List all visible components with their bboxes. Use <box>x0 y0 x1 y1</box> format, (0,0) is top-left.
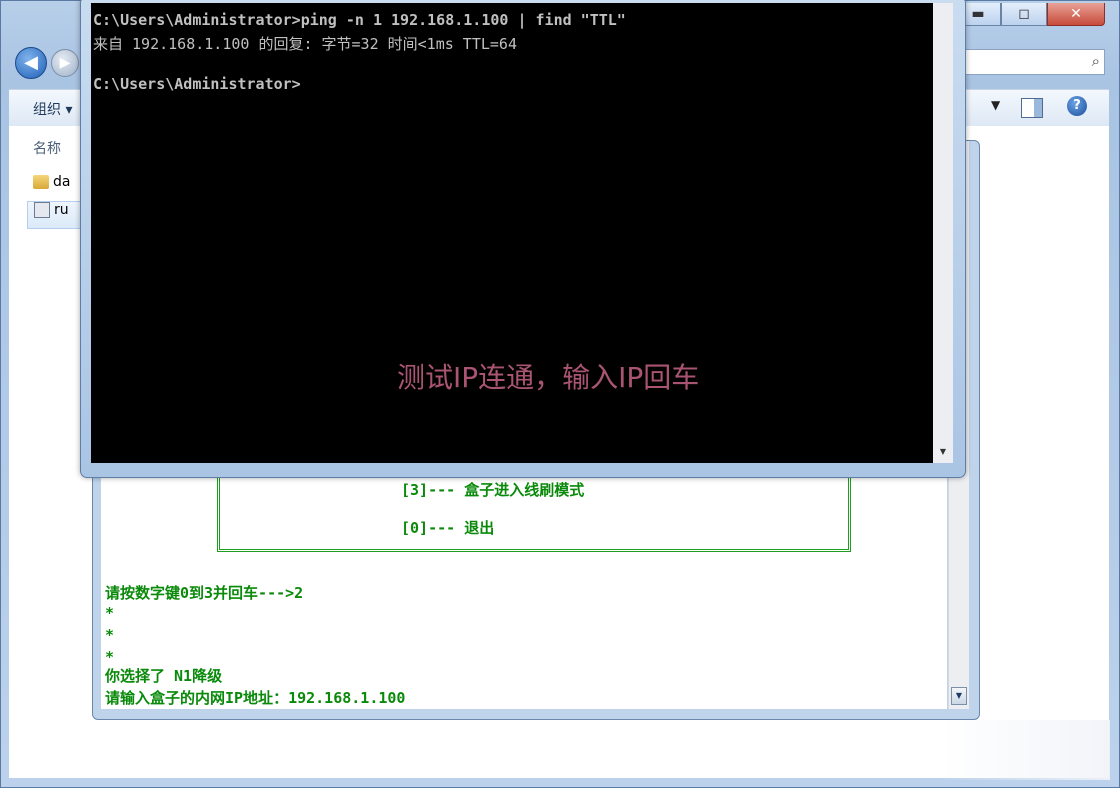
view-options-chevron-down-icon[interactable]: ▼ <box>991 98 1000 112</box>
maximize-button[interactable]: ◻ <box>1001 3 1047 26</box>
scroll-down-arrow-icon[interactable]: ▼ <box>936 447 950 459</box>
column-header-name[interactable]: 名称 <box>33 138 61 158</box>
ip-prompt: 请输入盒子的内网IP地址：192.168.1.100 <box>105 689 406 707</box>
file-name: da <box>53 174 71 190</box>
progress-star: * <box>105 648 115 666</box>
help-icon[interactable]: ? <box>1067 96 1087 116</box>
annotation-note: 测试IP连通，输入IP回车 <box>397 361 700 394</box>
search-box[interactable]: ⌕ <box>961 49 1105 75</box>
scroll-down-arrow-icon[interactable]: ▼ <box>951 687 967 705</box>
cmd-window[interactable]: C:\Users\Administrator>ping -n 1 192.168… <box>80 0 966 478</box>
organize-button[interactable]: 组织 ▾ <box>33 99 72 119</box>
close-button[interactable]: ✕ <box>1047 3 1105 26</box>
file-item-folder[interactable]: da <box>27 174 87 200</box>
file-name: ru <box>54 202 69 218</box>
forward-arrow-icon[interactable]: ▶ <box>51 49 79 77</box>
folder-icon <box>33 175 49 189</box>
back-arrow-icon[interactable]: ◀ <box>15 47 47 79</box>
caption-buttons: ▬ ◻ ✕ <box>955 3 1105 26</box>
watermark <box>940 720 1110 780</box>
progress-star: * <box>105 626 115 644</box>
preview-pane-icon[interactable] <box>1021 98 1043 118</box>
cmd-scrollbar[interactable]: ▼ <box>933 3 953 463</box>
cmd-line: 来自 192.168.1.100 的回复: 字节=32 时间<1ms TTL=6… <box>93 35 517 53</box>
menu-item-exit: [0]--- 退出 <box>401 519 495 537</box>
selection-text: 你选择了 N1降级 <box>105 667 223 685</box>
menu-item-flash-mode: [3]--- 盒子进入线刷模式 <box>401 481 585 499</box>
search-icon[interactable]: ⌕ <box>1092 52 1100 70</box>
cmd-output[interactable]: C:\Users\Administrator>ping -n 1 192.168… <box>91 3 933 463</box>
cmd-line: C:\Users\Administrator>ping -n 1 192.168… <box>93 11 626 29</box>
cmd-line: C:\Users\Administrator> <box>93 75 301 93</box>
menu-prompt: 请按数字键0到3并回车--->2 <box>105 584 304 602</box>
batch-file-icon <box>34 202 50 218</box>
progress-star: * <box>105 604 115 622</box>
